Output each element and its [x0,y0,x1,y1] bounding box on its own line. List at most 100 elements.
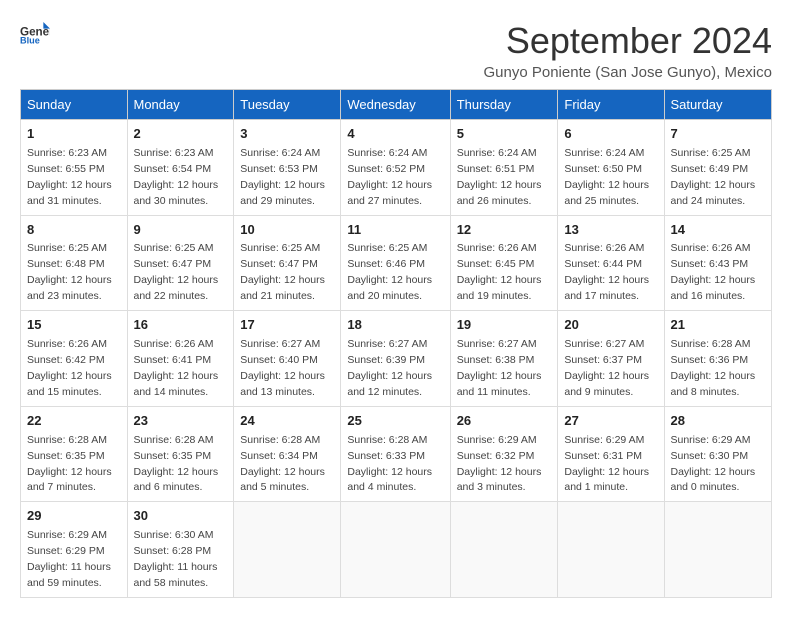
day-header-wednesday: Wednesday [341,90,450,120]
calendar-cell: 25Sunrise: 6:28 AMSunset: 6:33 PMDayligh… [341,406,450,502]
day-info: Sunrise: 6:27 AMSunset: 6:40 PMDaylight:… [240,338,325,398]
logo: General Blue [20,20,50,44]
calendar-cell: 17 Sunrise: 6:27 AMSunset: 6:40 PMDayligh… [234,311,341,407]
day-info: Sunrise: 6:23 AMSunset: 6:54 PMDaylight:… [134,147,219,207]
month-title: September 2024 [484,20,773,62]
day-header-sunday: Sunday [21,90,128,120]
calendar-cell: 14Sunrise: 6:26 AMSunset: 6:43 PMDayligh… [664,215,772,311]
day-number: 22 [27,412,121,431]
calendar-cell: 23 Sunrise: 6:28 AMSunset: 6:35 PMDayligh… [127,406,234,502]
day-info: Sunrise: 6:28 AMSunset: 6:35 PMDaylight:… [134,434,219,494]
day-info: Sunrise: 6:23 AMSunset: 6:55 PMDaylight:… [27,147,112,207]
day-number: 14 [671,221,766,240]
day-header-friday: Friday [558,90,664,120]
calendar-cell [234,502,341,598]
day-info: Sunrise: 6:25 AMSunset: 6:47 PMDaylight:… [240,242,325,302]
day-info: Sunrise: 6:26 AMSunset: 6:45 PMDaylight:… [457,242,542,302]
day-info: Sunrise: 6:26 AMSunset: 6:41 PMDaylight:… [134,338,219,398]
day-info: Sunrise: 6:25 AMSunset: 6:49 PMDaylight:… [671,147,756,207]
calendar-cell: 12 Sunrise: 6:26 AMSunset: 6:45 PMDayligh… [450,215,558,311]
calendar-cell: 19 Sunrise: 6:27 AMSunset: 6:38 PMDayligh… [450,311,558,407]
calendar-week-2: 8 Sunrise: 6:25 AMSunset: 6:48 PMDaylight… [21,215,772,311]
day-info: Sunrise: 6:28 AMSunset: 6:33 PMDaylight:… [347,434,432,494]
calendar-cell: 16 Sunrise: 6:26 AMSunset: 6:41 PMDayligh… [127,311,234,407]
calendar-cell [341,502,450,598]
calendar-week-4: 22 Sunrise: 6:28 AMSunset: 6:35 PMDayligh… [21,406,772,502]
day-number: 16 [134,316,228,335]
day-number: 13 [564,221,657,240]
day-number: 6 [564,125,657,144]
day-info: Sunrise: 6:26 AMSunset: 6:42 PMDaylight:… [27,338,112,398]
day-number: 24 [240,412,334,431]
day-number: 28 [671,412,766,431]
calendar-cell: 22 Sunrise: 6:28 AMSunset: 6:35 PMDayligh… [21,406,128,502]
day-number: 8 [27,221,121,240]
day-info: Sunrise: 6:24 AMSunset: 6:52 PMDaylight:… [347,147,432,207]
day-info: Sunrise: 6:27 AMSunset: 6:37 PMDaylight:… [564,338,649,398]
calendar-cell: 13 Sunrise: 6:26 AMSunset: 6:44 PMDayligh… [558,215,664,311]
day-number: 3 [240,125,334,144]
calendar-table: SundayMondayTuesdayWednesdayThursdayFrid… [20,89,772,598]
day-info: Sunrise: 6:25 AMSunset: 6:47 PMDaylight:… [134,242,219,302]
calendar-cell: 18 Sunrise: 6:27 AMSunset: 6:39 PMDayligh… [341,311,450,407]
day-header-monday: Monday [127,90,234,120]
svg-text:Blue: Blue [20,36,40,44]
day-number: 27 [564,412,657,431]
calendar-cell: 30 Sunrise: 6:30 AMSunset: 6:28 PMDayligh… [127,502,234,598]
day-number: 9 [134,221,228,240]
day-number: 19 [457,316,552,335]
day-info: Sunrise: 6:29 AMSunset: 6:31 PMDaylight:… [564,434,649,494]
day-info: Sunrise: 6:27 AMSunset: 6:39 PMDaylight:… [347,338,432,398]
day-number: 15 [27,316,121,335]
day-number: 30 [134,507,228,526]
calendar-cell: 3 Sunrise: 6:24 AMSunset: 6:53 PMDaylight… [234,120,341,216]
day-number: 12 [457,221,552,240]
day-number: 20 [564,316,657,335]
day-info: Sunrise: 6:24 AMSunset: 6:51 PMDaylight:… [457,147,542,207]
day-number: 26 [457,412,552,431]
calendar-cell: 15 Sunrise: 6:26 AMSunset: 6:42 PMDayligh… [21,311,128,407]
calendar-cell: 27 Sunrise: 6:29 AMSunset: 6:31 PMDayligh… [558,406,664,502]
day-number: 17 [240,316,334,335]
title-area: September 2024 Gunyo Poniente (San Jose … [484,20,773,81]
calendar-cell: 6Sunrise: 6:24 AMSunset: 6:50 PMDaylight… [558,120,664,216]
day-header-saturday: Saturday [664,90,772,120]
day-info: Sunrise: 6:25 AMSunset: 6:48 PMDaylight:… [27,242,112,302]
day-number: 2 [134,125,228,144]
calendar-week-3: 15 Sunrise: 6:26 AMSunset: 6:42 PMDayligh… [21,311,772,407]
day-info: Sunrise: 6:30 AMSunset: 6:28 PMDaylight:… [134,529,218,589]
day-info: Sunrise: 6:24 AMSunset: 6:53 PMDaylight:… [240,147,325,207]
calendar-cell [664,502,772,598]
day-info: Sunrise: 6:27 AMSunset: 6:38 PMDaylight:… [457,338,542,398]
calendar-cell: 5 Sunrise: 6:24 AMSunset: 6:51 PMDaylight… [450,120,558,216]
day-info: Sunrise: 6:29 AMSunset: 6:32 PMDaylight:… [457,434,542,494]
calendar-cell: 2 Sunrise: 6:23 AMSunset: 6:54 PMDaylight… [127,120,234,216]
calendar-cell [450,502,558,598]
day-number: 5 [457,125,552,144]
day-info: Sunrise: 6:28 AMSunset: 6:34 PMDaylight:… [240,434,325,494]
day-info: Sunrise: 6:29 AMSunset: 6:29 PMDaylight:… [27,529,111,589]
day-info: Sunrise: 6:28 AMSunset: 6:35 PMDaylight:… [27,434,112,494]
location-subtitle: Gunyo Poniente (San Jose Gunyo), Mexico [484,64,773,81]
calendar-cell: 26 Sunrise: 6:29 AMSunset: 6:32 PMDayligh… [450,406,558,502]
calendar-cell: 7 Sunrise: 6:25 AMSunset: 6:49 PMDaylight… [664,120,772,216]
calendar-cell: 21Sunrise: 6:28 AMSunset: 6:36 PMDayligh… [664,311,772,407]
day-number: 23 [134,412,228,431]
calendar-cell: 8 Sunrise: 6:25 AMSunset: 6:48 PMDaylight… [21,215,128,311]
calendar-cell: 24 Sunrise: 6:28 AMSunset: 6:34 PMDayligh… [234,406,341,502]
calendar-cell: 10Sunrise: 6:25 AMSunset: 6:47 PMDayligh… [234,215,341,311]
day-number: 7 [671,125,766,144]
calendar-cell: 29 Sunrise: 6:29 AMSunset: 6:29 PMDayligh… [21,502,128,598]
calendar-cell: 28 Sunrise: 6:29 AMSunset: 6:30 PMDayligh… [664,406,772,502]
day-info: Sunrise: 6:26 AMSunset: 6:44 PMDaylight:… [564,242,649,302]
day-number: 18 [347,316,443,335]
calendar-cell: 9 Sunrise: 6:25 AMSunset: 6:47 PMDaylight… [127,215,234,311]
calendar-header-row: SundayMondayTuesdayWednesdayThursdayFrid… [21,90,772,120]
day-number: 1 [27,125,121,144]
calendar-cell: 20 Sunrise: 6:27 AMSunset: 6:37 PMDayligh… [558,311,664,407]
day-info: Sunrise: 6:29 AMSunset: 6:30 PMDaylight:… [671,434,756,494]
day-number: 29 [27,507,121,526]
page-header: General Blue September 2024 Gunyo Ponien… [20,20,772,81]
day-info: Sunrise: 6:25 AMSunset: 6:46 PMDaylight:… [347,242,432,302]
day-number: 11 [347,221,443,240]
